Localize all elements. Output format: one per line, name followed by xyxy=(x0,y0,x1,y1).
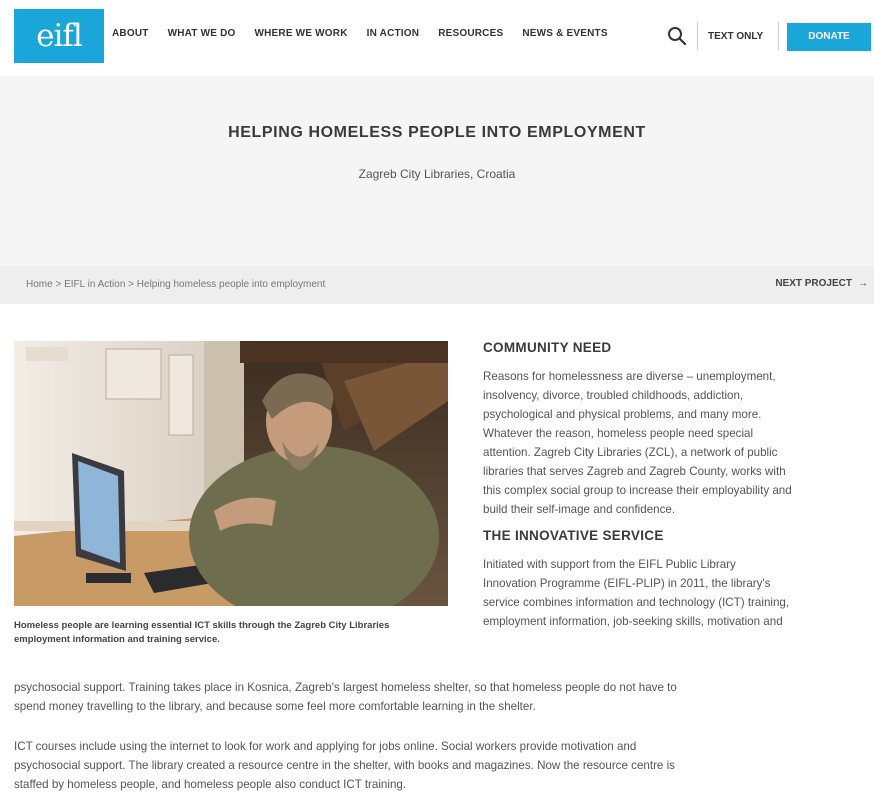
nav-news-events[interactable]: NEWS & EVENTS xyxy=(522,28,607,39)
innovative-service-continued: psychosocial support. Training takes pla… xyxy=(14,678,864,716)
nav-resources[interactable]: RESOURCES xyxy=(438,28,503,39)
main-nav: ABOUT WHAT WE DO WHERE WE WORK IN ACTION… xyxy=(112,28,627,39)
text-only-link[interactable]: TEXT ONLY xyxy=(708,31,763,42)
text-line: Whatever the reason, homeless people nee… xyxy=(483,427,754,440)
text-line: spend money travelling to the library, a… xyxy=(14,700,536,713)
content-right-column: COMMUNITY NEED Reasons for homelessness … xyxy=(483,340,871,631)
text-line: Initiated with support from the EIFL Pub… xyxy=(483,558,736,571)
text-line: Innovation Programme (EIFL-PLIP) in 2011… xyxy=(483,577,771,590)
nav-where-we-work[interactable]: WHERE WE WORK xyxy=(254,28,347,39)
site-header: eifl ABOUT WHAT WE DO WHERE WE WORK IN A… xyxy=(0,0,874,76)
section-title-innovative-service: THE INNOVATIVE SERVICE xyxy=(483,528,664,543)
photo-caption: Homeless people are learning essential I… xyxy=(14,620,390,645)
next-project-label: NEXT PROJECT xyxy=(775,278,852,289)
text-line: build their self-image and confidence. xyxy=(483,503,676,516)
community-need-text: Reasons for homelessness are diverse – u… xyxy=(483,367,871,519)
breadcrumb-bar: Home > EIFL in Action > Helping homeless… xyxy=(0,266,874,304)
next-project-link[interactable]: NEXT PROJECT → xyxy=(775,278,868,289)
breadcrumb[interactable]: Home > EIFL in Action > Helping homeless… xyxy=(26,279,325,290)
text-line: service combines information and technol… xyxy=(483,596,790,609)
text-line: psychosocial support. Training takes pla… xyxy=(14,681,677,694)
text-line: attention. Zagreb City Libraries (ZCL), … xyxy=(483,446,778,459)
text-line: psychosocial support. The library create… xyxy=(14,759,675,772)
photo-illustration xyxy=(14,341,448,606)
header-divider xyxy=(778,22,779,50)
nav-about[interactable]: ABOUT xyxy=(112,28,149,39)
page-hero: HELPING HOMELESS PEOPLE INTO EMPLOYMENT … xyxy=(0,76,874,266)
section-title-community-need: COMMUNITY NEED xyxy=(483,340,612,355)
donate-button[interactable]: DONATE xyxy=(787,23,871,51)
text-line: Reasons for homelessness are diverse – u… xyxy=(483,370,776,383)
innovative-service-text: Initiated with support from the EIFL Pub… xyxy=(483,555,871,631)
text-line: employment information, job-seeking skil… xyxy=(483,615,783,628)
text-line: libraries that serves Zagreb and Zagreb … xyxy=(483,465,786,478)
search-icon[interactable] xyxy=(667,26,687,46)
nav-what-we-do[interactable]: WHAT WE DO xyxy=(168,28,236,39)
header-divider xyxy=(697,22,698,50)
text-line: ICT courses include using the internet t… xyxy=(14,740,637,753)
arrow-right-icon: → xyxy=(858,278,868,289)
page-title: HELPING HOMELESS PEOPLE INTO EMPLOYMENT xyxy=(228,124,646,141)
text-line: staffed by homeless people, and homeless… xyxy=(14,778,407,791)
text-line: psychological and physical problems, and… xyxy=(483,408,762,421)
nav-in-action[interactable]: IN ACTION xyxy=(367,28,420,39)
page-subtitle: Zagreb City Libraries, Croatia xyxy=(358,167,516,181)
text-line: insolvency, divorce, troubled childhoods… xyxy=(483,389,744,402)
eifl-logo[interactable]: eifl xyxy=(14,9,104,63)
project-photo xyxy=(14,341,448,606)
ict-courses-paragraph: ICT courses include using the internet t… xyxy=(14,737,864,794)
text-line: this complex social group to increase th… xyxy=(483,484,792,497)
